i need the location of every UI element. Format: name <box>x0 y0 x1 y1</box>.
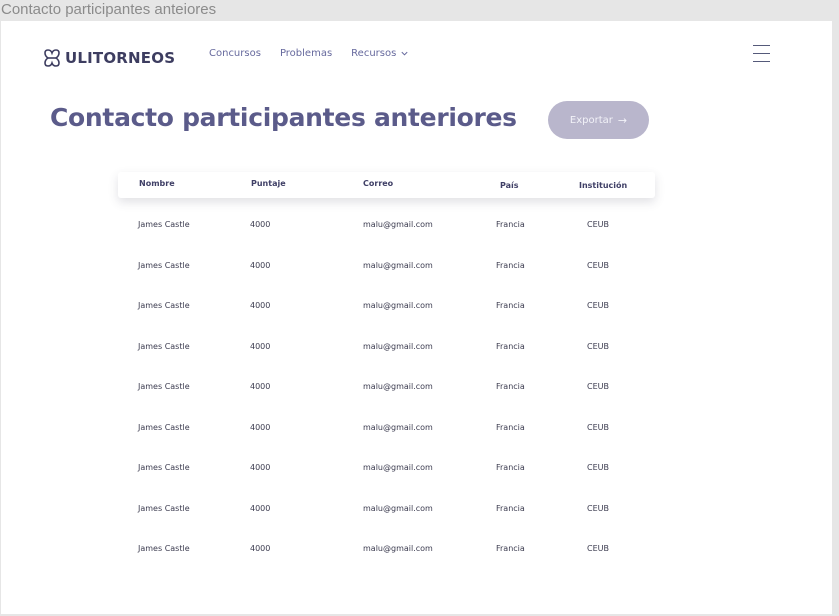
cell-correo: malu@gmail.com <box>363 423 433 432</box>
cell-institucion: CEUB <box>587 342 609 351</box>
cell-institucion: CEUB <box>587 423 609 432</box>
window-title: Contacto participantes anteiores <box>1 1 217 18</box>
table-row[interactable]: James Castle 4000 malu@gmail.com Francia… <box>1 423 832 437</box>
cell-puntaje: 4000 <box>250 423 271 432</box>
logo-text: ULITORNEOS <box>65 49 176 67</box>
cell-correo: malu@gmail.com <box>363 342 433 351</box>
chevron-down-icon <box>401 51 408 56</box>
main-nav: Concursos Problemas Recursos <box>209 48 428 59</box>
cell-puntaje: 4000 <box>250 220 271 229</box>
nav-concursos[interactable]: Concursos <box>209 48 261 59</box>
cell-puntaje: 4000 <box>250 382 271 391</box>
cell-correo: malu@gmail.com <box>363 504 433 513</box>
cell-nombre: James Castle <box>138 261 190 270</box>
export-button[interactable]: Exportar → <box>548 101 649 139</box>
cell-institucion: CEUB <box>587 504 609 513</box>
cell-pais: Francia <box>496 342 525 351</box>
nav-problemas[interactable]: Problemas <box>280 48 332 59</box>
hamburger-menu-icon[interactable] <box>753 45 770 63</box>
cell-nombre: James Castle <box>138 342 190 351</box>
arrow-right-icon: → <box>617 113 628 127</box>
cell-puntaje: 4000 <box>250 463 271 472</box>
cell-nombre: James Castle <box>138 301 190 310</box>
cell-correo: malu@gmail.com <box>363 261 433 270</box>
cell-institucion: CEUB <box>587 463 609 472</box>
cell-puntaje: 4000 <box>250 504 271 513</box>
cell-pais: Francia <box>496 261 525 270</box>
cell-pais: Francia <box>496 544 525 553</box>
cell-correo: malu@gmail.com <box>363 463 433 472</box>
table-row[interactable]: James Castle 4000 malu@gmail.com Francia… <box>1 382 832 396</box>
cell-correo: malu@gmail.com <box>363 220 433 229</box>
logo-icon <box>44 49 60 67</box>
cell-institucion: CEUB <box>587 301 609 310</box>
col-header-pais[interactable]: País <box>500 181 519 190</box>
table-row[interactable]: James Castle 4000 malu@gmail.com Francia… <box>1 504 832 518</box>
cell-nombre: James Castle <box>138 504 190 513</box>
table-row[interactable]: James Castle 4000 malu@gmail.com Francia… <box>1 544 832 558</box>
cell-correo: malu@gmail.com <box>363 382 433 391</box>
cell-institucion: CEUB <box>587 382 609 391</box>
cell-correo: malu@gmail.com <box>363 301 433 310</box>
cell-pais: Francia <box>496 463 525 472</box>
cell-puntaje: 4000 <box>250 342 271 351</box>
cell-puntaje: 4000 <box>250 261 271 270</box>
cell-pais: Francia <box>496 382 525 391</box>
cell-institucion: CEUB <box>587 544 609 553</box>
cell-pais: Francia <box>496 220 525 229</box>
cell-pais: Francia <box>496 301 525 310</box>
table-row[interactable]: James Castle 4000 malu@gmail.com Francia… <box>1 342 832 356</box>
cell-institucion: CEUB <box>587 261 609 270</box>
col-header-correo[interactable]: Correo <box>363 179 393 188</box>
cell-nombre: James Castle <box>138 220 190 229</box>
export-button-label: Exportar <box>569 114 613 126</box>
col-header-nombre[interactable]: Nombre <box>139 179 175 188</box>
cell-pais: Francia <box>496 504 525 513</box>
cell-nombre: James Castle <box>138 423 190 432</box>
col-header-puntaje[interactable]: Puntaje <box>251 179 286 188</box>
table-row[interactable]: James Castle 4000 malu@gmail.com Francia… <box>1 463 832 477</box>
cell-correo: malu@gmail.com <box>363 544 433 553</box>
nav-recursos[interactable]: Recursos <box>351 48 409 59</box>
cell-institucion: CEUB <box>587 220 609 229</box>
nav-recursos-label: Recursos <box>351 48 397 59</box>
cell-nombre: James Castle <box>138 382 190 391</box>
cell-nombre: James Castle <box>138 544 190 553</box>
cell-puntaje: 4000 <box>250 544 271 553</box>
col-header-institucion[interactable]: Institución <box>579 181 627 190</box>
page-title: Contacto participantes anteriores <box>50 103 517 132</box>
table-row[interactable]: James Castle 4000 malu@gmail.com Francia… <box>1 301 832 315</box>
cell-pais: Francia <box>496 423 525 432</box>
cell-nombre: James Castle <box>138 463 190 472</box>
page-canvas: ULITORNEOS Concursos Problemas Recursos … <box>1 21 832 614</box>
table-row[interactable]: James Castle 4000 malu@gmail.com Francia… <box>1 261 832 275</box>
logo[interactable]: ULITORNEOS <box>42 48 175 68</box>
cell-puntaje: 4000 <box>250 301 271 310</box>
table-row[interactable]: James Castle 4000 malu@gmail.com Francia… <box>1 220 832 234</box>
